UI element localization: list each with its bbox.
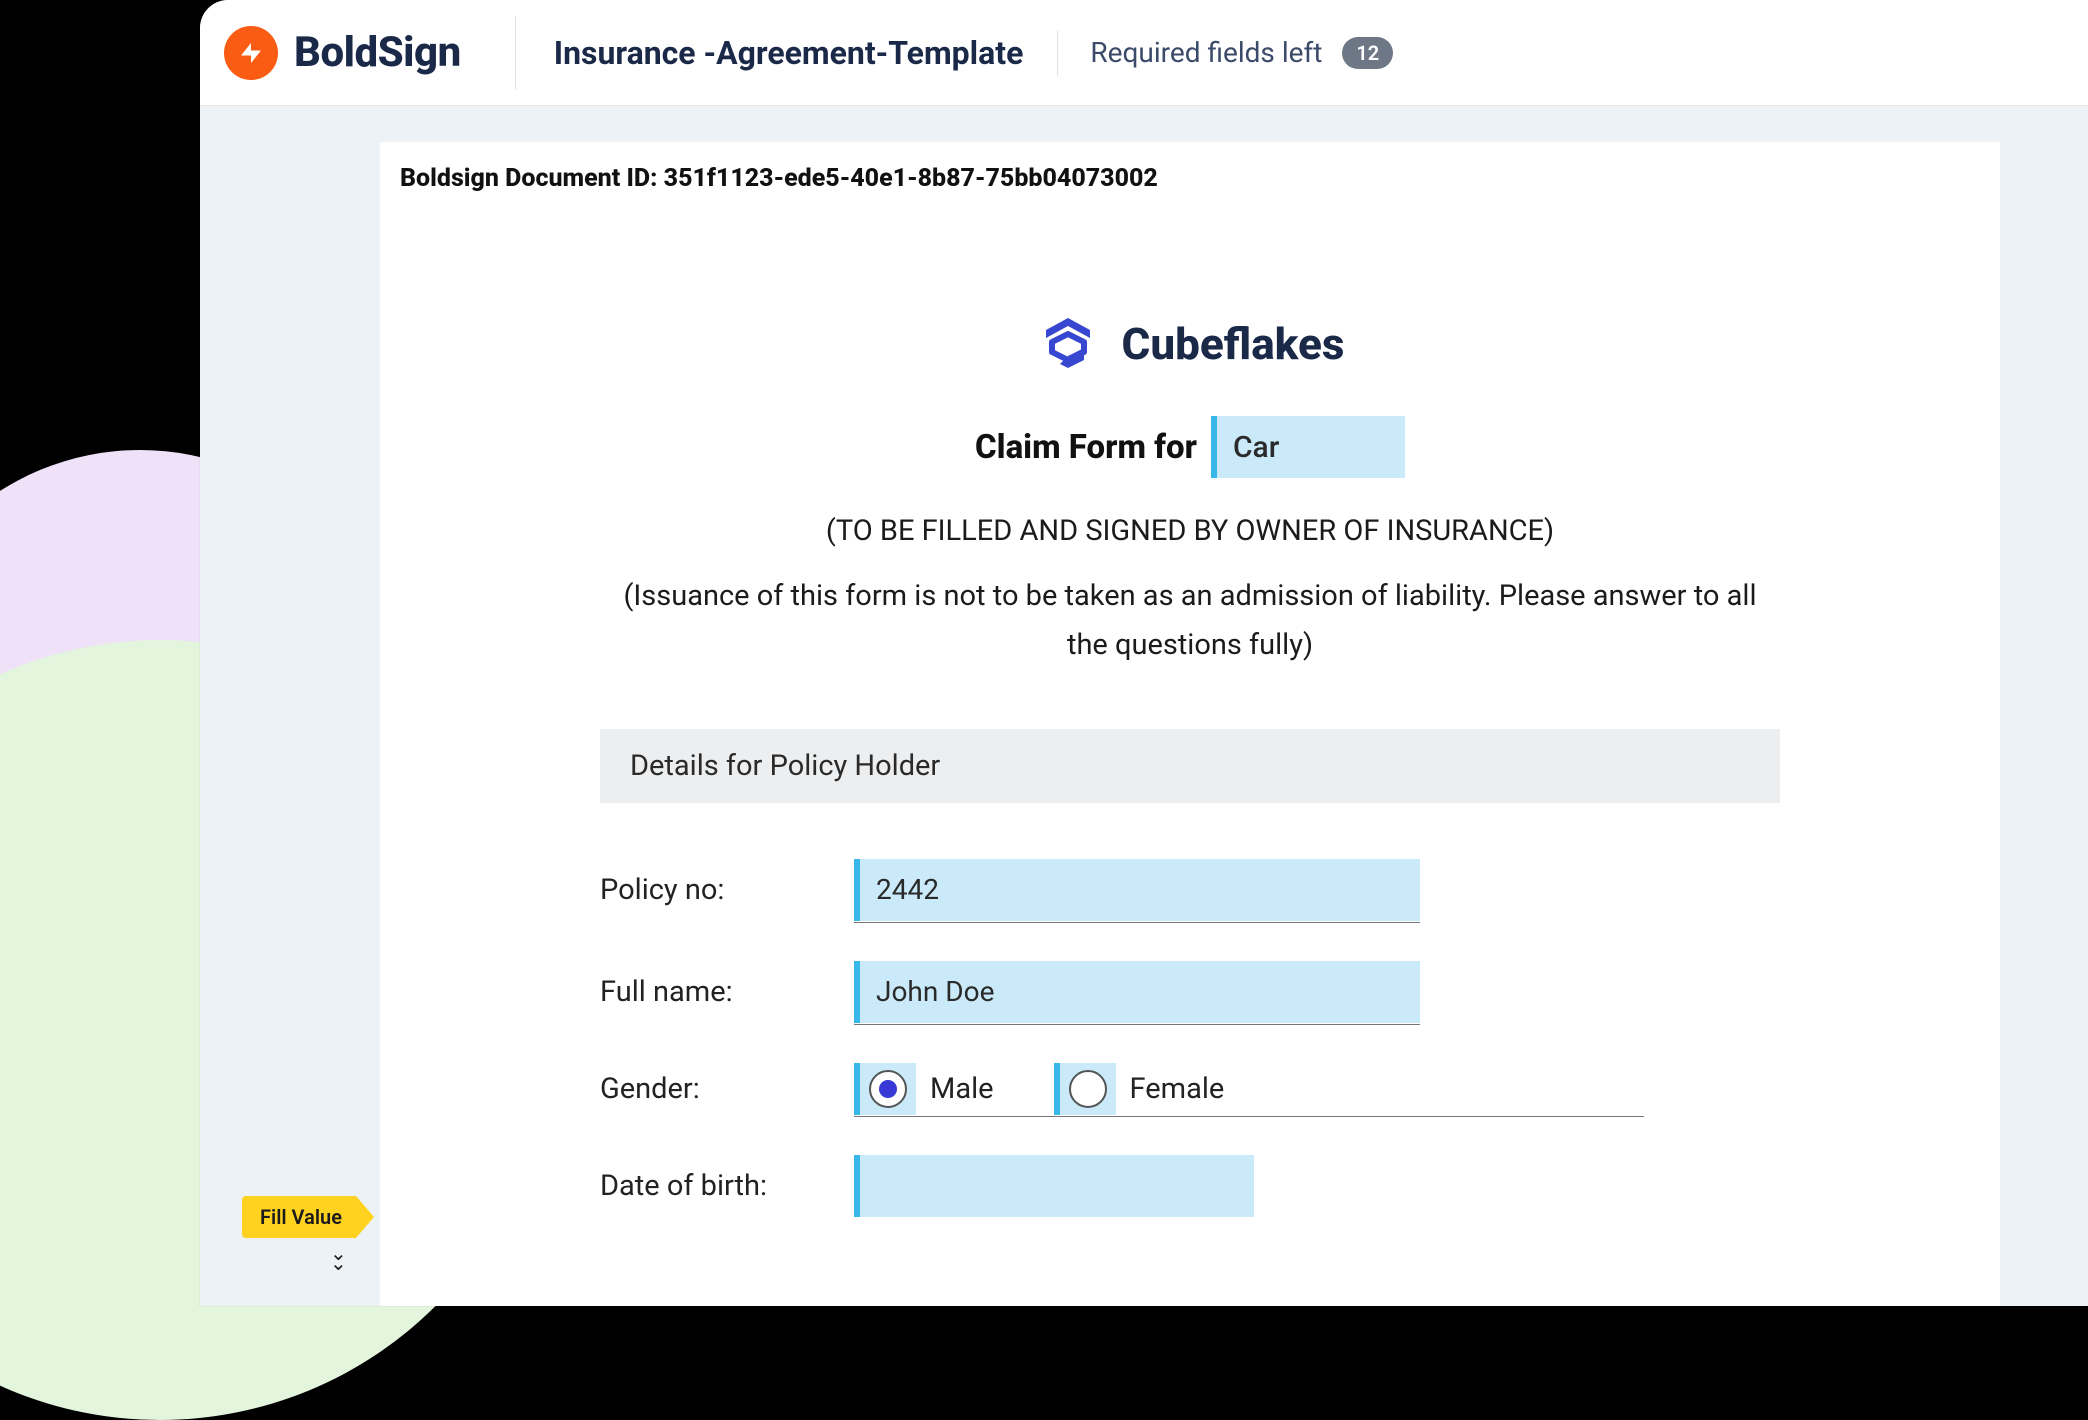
app-window: BoldSign Insurance -Agreement-Template R… xyxy=(200,0,2088,1306)
radio-gender-male[interactable]: Male xyxy=(854,1063,994,1115)
claim-form-label: Claim Form for xyxy=(975,428,1197,467)
required-fields-count-badge: 12 xyxy=(1342,37,1393,69)
document-canvas: Fill Value ⌄ ⌄ Boldsign Document ID: 351… xyxy=(200,106,2088,1306)
value-policy-no: 2442 xyxy=(876,873,939,906)
document-id: Boldsign Document ID: 351f1123-ede5-40e1… xyxy=(400,164,1158,193)
radio-gender-female[interactable]: Female xyxy=(1054,1063,1225,1115)
input-dob[interactable] xyxy=(854,1155,1254,1217)
radio-icon xyxy=(1069,1070,1107,1108)
row-gender: Gender: Male xyxy=(600,1063,1780,1115)
radio-label-female: Female xyxy=(1130,1072,1225,1106)
company-name: Cubeflakes xyxy=(1122,318,1345,370)
document-page: Boldsign Document ID: 351f1123-ede5-40e1… xyxy=(380,142,2000,1306)
input-policy-no[interactable]: 2442 xyxy=(854,859,1420,921)
company-logo-icon xyxy=(1036,312,1100,376)
claim-form-type-value: Car xyxy=(1233,430,1279,465)
label-policy-no: Policy no: xyxy=(600,873,854,907)
input-full-name[interactable]: John Doe xyxy=(854,961,1420,1023)
instruction-line-1: (TO BE FILLED AND SIGNED BY OWNER OF INS… xyxy=(600,514,1780,548)
section-header-policy-holder: Details for Policy Holder xyxy=(600,729,1780,803)
divider xyxy=(1057,30,1058,76)
brand-logo-icon xyxy=(224,26,278,80)
instruction-line-2: (Issuance of this form is not to be take… xyxy=(600,572,1780,671)
label-gender: Gender: xyxy=(600,1072,854,1106)
brand: BoldSign xyxy=(224,18,515,88)
claim-form-type-input[interactable]: Car xyxy=(1211,416,1405,478)
top-bar: BoldSign Insurance -Agreement-Template R… xyxy=(200,0,2088,106)
chevron-down-icon[interactable]: ⌄ ⌄ xyxy=(330,1248,347,1268)
radio-label-male: Male xyxy=(930,1072,994,1106)
label-dob: Date of birth: xyxy=(600,1169,854,1203)
claim-form-title-row: Claim Form for Car xyxy=(600,416,1780,478)
row-policy-no: Policy no: 2442 xyxy=(600,859,1780,921)
brand-name: BoldSign xyxy=(294,28,461,77)
required-fields-indicator: Required fields left 12 xyxy=(1090,36,1393,69)
radio-icon xyxy=(869,1070,907,1108)
value-full-name: John Doe xyxy=(876,975,994,1008)
document-body: Cubeflakes Claim Form for Car (TO BE FIL… xyxy=(600,312,1780,1217)
fill-value-tag-label: Fill Value xyxy=(260,1205,342,1229)
company-header: Cubeflakes xyxy=(600,312,1780,376)
label-full-name: Full name: xyxy=(600,975,854,1009)
fill-value-tag[interactable]: Fill Value ⌄ ⌄ xyxy=(242,1196,356,1238)
document-title: Insurance -Agreement-Template xyxy=(516,34,1058,72)
required-fields-label: Required fields left xyxy=(1090,36,1322,69)
row-dob: Date of birth: xyxy=(600,1155,1780,1217)
row-full-name: Full name: John Doe xyxy=(600,961,1780,1023)
